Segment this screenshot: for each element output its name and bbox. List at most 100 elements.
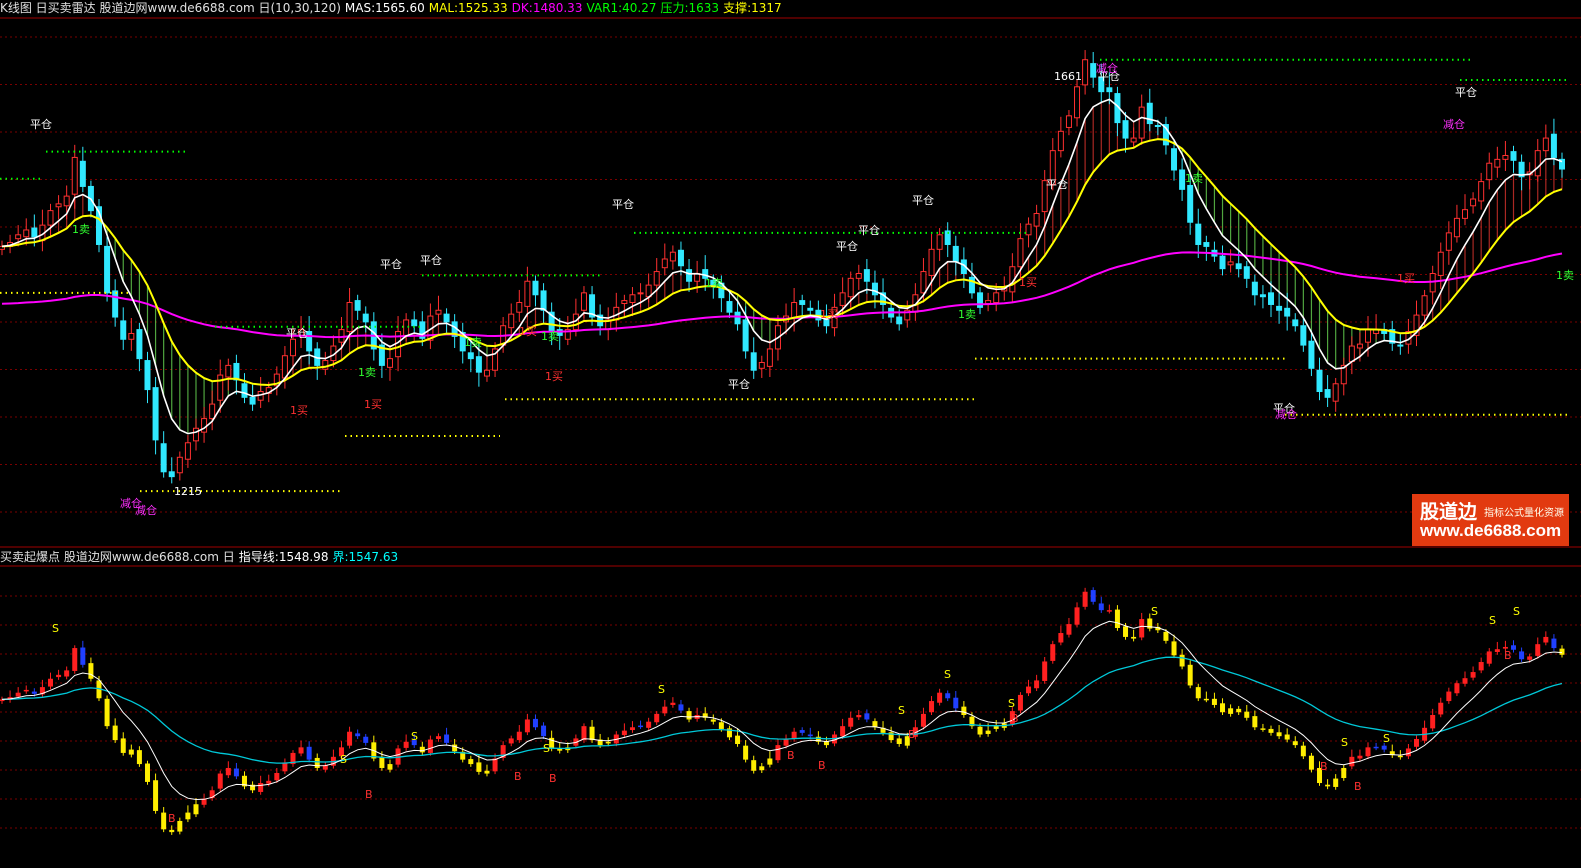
buy-signal-label: 1买: [519, 325, 537, 338]
signal-bar: [718, 722, 724, 729]
buy-point-label: B: [818, 759, 826, 772]
buy-point-label: B: [787, 749, 795, 762]
signal-bar: [710, 719, 716, 722]
flat-position-label: 平仓: [612, 197, 634, 211]
signal-bar: [185, 812, 191, 820]
candle-body: [1106, 87, 1113, 93]
candle-body: [1268, 292, 1275, 305]
sell-point-label: S: [1513, 605, 1520, 618]
signal-bar: [775, 745, 781, 761]
candle-body: [1195, 223, 1202, 245]
top-indicator: DK:1480.33: [511, 1, 583, 15]
candle-body: [1235, 263, 1242, 270]
buy-point-label: B: [514, 770, 522, 783]
candle-body: [1243, 266, 1250, 279]
candle-body: [1453, 217, 1460, 238]
candle-body: [1348, 345, 1355, 363]
candle-body: [1017, 238, 1024, 268]
signal-bar: [1131, 636, 1137, 639]
candle-body: [209, 403, 216, 420]
candle-body: [1259, 294, 1266, 298]
signal-bar: [864, 713, 870, 720]
candle-body: [112, 290, 119, 318]
sell-point-label: S: [658, 683, 665, 696]
signal-bar: [662, 706, 668, 714]
candle-body: [1130, 137, 1137, 143]
candle-body: [1550, 133, 1557, 158]
signal-bar: [379, 756, 385, 768]
candle-body: [1502, 154, 1509, 160]
candle-body: [144, 360, 151, 391]
candle-body: [1462, 209, 1469, 219]
buy-signal-label: 1买: [1019, 276, 1037, 289]
signal-bar: [1373, 746, 1379, 749]
signal-bar: [387, 764, 393, 770]
signal-bar: [484, 770, 490, 774]
candle-body: [508, 313, 515, 329]
signal-bar: [638, 725, 644, 728]
top-indicator: MAL:1525.33: [428, 1, 508, 15]
sell-point-label: S: [340, 753, 347, 766]
candle-body: [23, 229, 30, 238]
signal-bar: [193, 804, 199, 815]
candle-body: [475, 356, 482, 373]
candle-body: [120, 320, 127, 340]
watermark-line2: 指标公式量化资源: [1484, 508, 1564, 519]
signal-bar: [807, 734, 813, 737]
signal-bar: [654, 713, 660, 723]
sell-point-label: S: [1489, 614, 1496, 627]
buy-point-label: B: [1354, 780, 1362, 793]
signal-bar: [1058, 633, 1064, 643]
buy-point-label: B: [908, 728, 916, 741]
signal-bar: [1381, 745, 1387, 750]
signal-bar: [1333, 778, 1339, 787]
low-price-label: 1215: [174, 485, 202, 498]
candle-body: [1284, 307, 1291, 317]
signal-bar: [589, 726, 595, 741]
signal-bar: [128, 749, 134, 755]
signal-bar: [403, 741, 409, 748]
signal-bar: [783, 739, 789, 746]
signal-bar: [605, 741, 611, 744]
signal-bar: [88, 663, 94, 679]
signal-bar: [1438, 702, 1444, 715]
buy-point-label: B: [1504, 649, 1512, 662]
candle-body: [540, 290, 547, 311]
candle-body: [791, 302, 798, 319]
signal-bar: [937, 692, 943, 703]
candle-body: [847, 277, 854, 298]
candle-body: [225, 364, 232, 378]
signal-bar: [1163, 631, 1169, 641]
candle-body: [896, 316, 903, 325]
candle-body: [1082, 59, 1089, 86]
signal-bar: [120, 738, 126, 753]
sell-signal-label: 1卖: [1185, 172, 1203, 185]
signal-bar: [444, 734, 450, 743]
signal-bar: [274, 773, 280, 781]
signal-bar: [1106, 610, 1112, 612]
signal-bar: [1357, 755, 1363, 759]
top-indicator: MAS:1565.60: [344, 1, 425, 15]
candle-body: [249, 396, 256, 405]
signal-bar: [1519, 651, 1525, 660]
candle-body: [726, 301, 733, 313]
flat-position-label: 平仓: [728, 377, 750, 391]
signal-bar: [363, 736, 369, 743]
sell-point-label: S: [1383, 732, 1390, 745]
signal-bar: [621, 730, 627, 736]
signal-bar: [1114, 609, 1120, 628]
candle-body: [1316, 369, 1323, 393]
signal-bar: [581, 726, 587, 741]
watermark-logo: 股道边 指标公式量化资源 www.de6688.com: [1412, 494, 1569, 546]
buy-point-label: B: [1011, 712, 1019, 725]
signal-bar: [1559, 648, 1565, 655]
sell-signal-label: 1卖: [705, 277, 723, 290]
candle-body: [1057, 130, 1064, 152]
bottom-panel-header: 买卖起爆点 股道边网www.de6688.com 日指导线:1548.98 界:1…: [0, 549, 406, 565]
signal-bar: [1187, 664, 1193, 686]
sell-point-label: S: [411, 730, 418, 743]
signal-bar: [104, 698, 110, 727]
candle-body: [1090, 63, 1097, 78]
candle-body: [1397, 344, 1404, 347]
buy-point-label: B: [1320, 760, 1328, 773]
